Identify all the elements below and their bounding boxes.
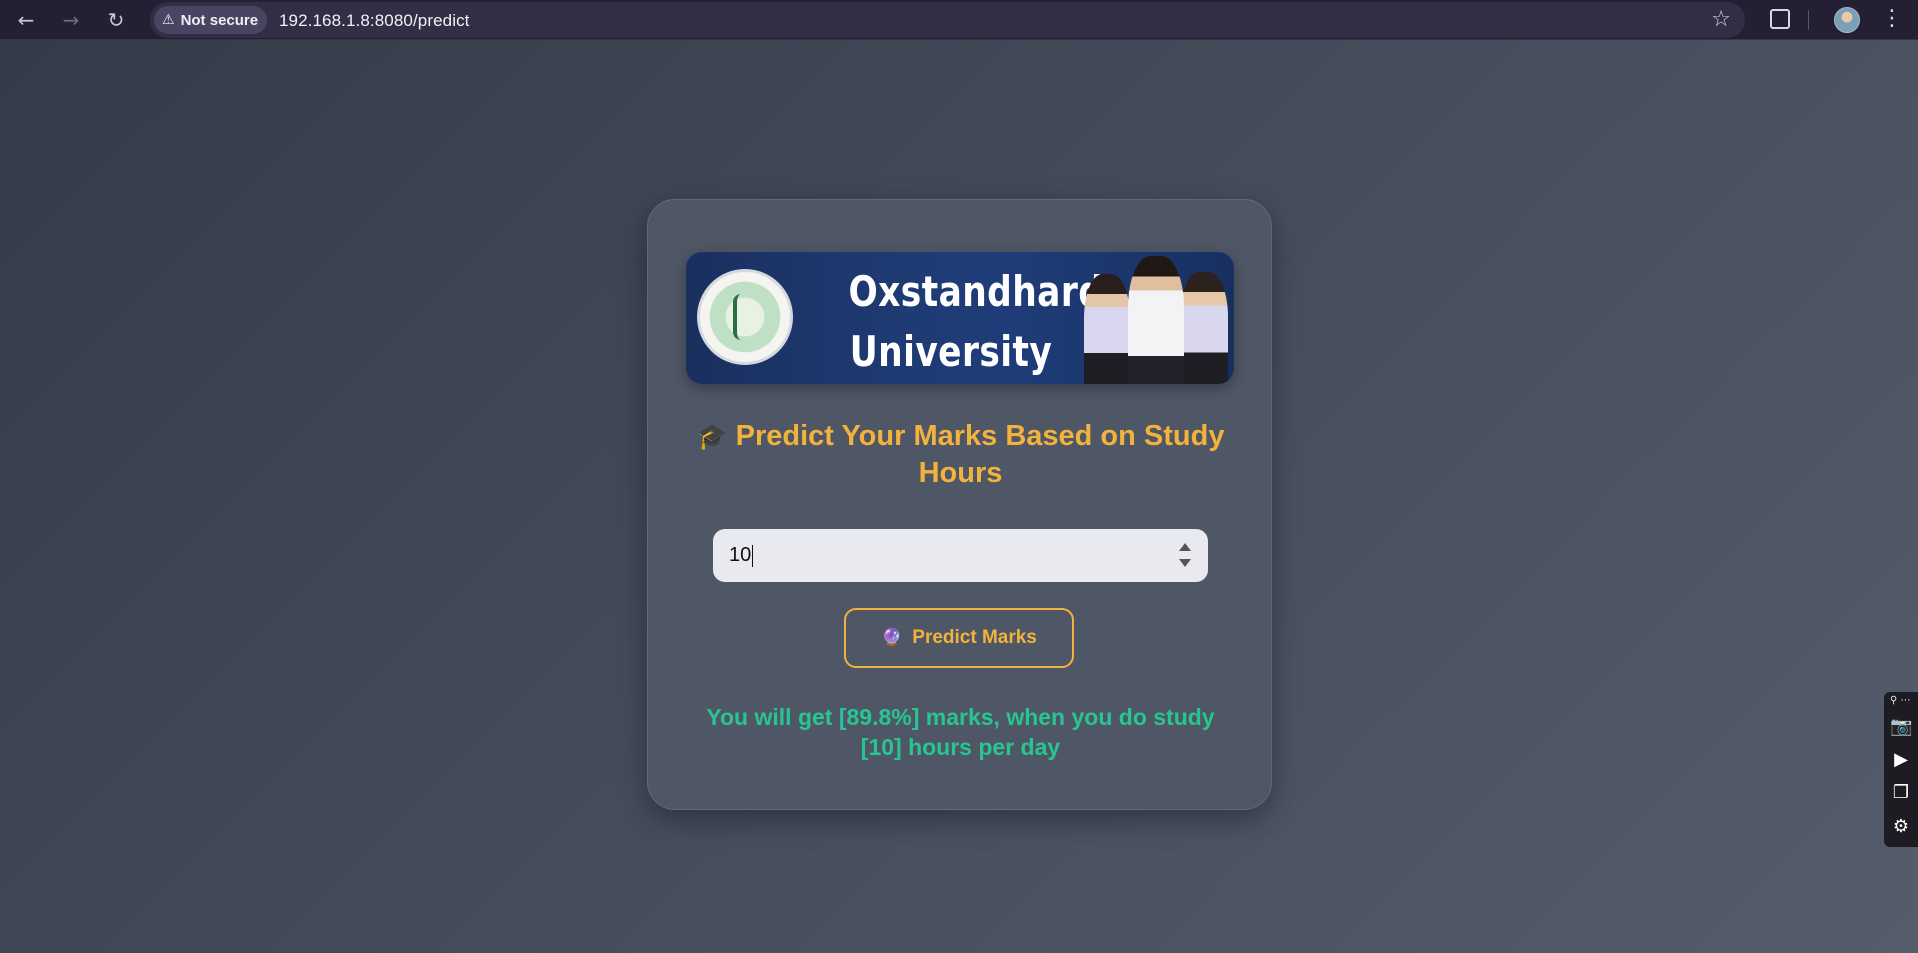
gear-icon[interactable]: ⚙ [1890, 816, 1912, 838]
forward-button[interactable]: → [57, 6, 85, 34]
back-button[interactable]: ← [12, 6, 40, 34]
predict-card: Oxstandhard University 🎓 Predict Your Mar… [647, 199, 1272, 810]
students-image [1078, 252, 1234, 384]
spin-up-icon[interactable] [1179, 543, 1191, 551]
text-caret [752, 544, 754, 567]
banner-title-line2: University [849, 327, 1053, 376]
video-icon[interactable]: ▶ [1890, 749, 1912, 771]
windows-icon[interactable]: ❐ [1890, 782, 1912, 804]
address-bar[interactable]: ⚠ Not secure 192.168.1.8:8080/predict ☆ [150, 2, 1745, 38]
predict-marks-label: Predict Marks [912, 627, 1037, 648]
puzzle-icon[interactable] [1770, 9, 1790, 29]
avatar[interactable] [1834, 7, 1860, 33]
more-vertical-icon[interactable]: ⋮ [1880, 6, 1904, 34]
banner-title: Oxstandhard University [848, 262, 1104, 382]
arrow-left-icon: ← [17, 8, 35, 32]
banner-title-line1: Oxstandhard [848, 267, 1104, 316]
star-icon[interactable]: ☆ [1711, 7, 1731, 32]
reload-button[interactable]: ↻ [102, 6, 130, 34]
arrow-right-icon: → [62, 8, 80, 32]
url-text[interactable]: 192.168.1.8:8080/predict [279, 11, 470, 31]
university-banner: Oxstandhard University [686, 252, 1234, 384]
page-title: 🎓 Predict Your Marks Based on Study Hours [688, 418, 1233, 492]
crystal-ball-icon: 🔮 [881, 628, 903, 648]
link-icon[interactable]: ⚲ ⋯ [1890, 695, 1911, 706]
prediction-result: You will get [89.8%] marks, when you do … [706, 704, 1215, 760]
capture-toolbar: ⚲ ⋯ 📷 ▶ ❐ ⚙ [1884, 692, 1918, 847]
study-hours-value: 10 [729, 544, 752, 566]
warning-icon: ⚠ [162, 12, 175, 28]
page-title-text: Predict Your Marks Based on Study Hours [735, 420, 1225, 489]
security-label: Not secure [180, 11, 259, 29]
predict-marks-button[interactable]: 🔮 Predict Marks [844, 608, 1074, 668]
university-seal-logo [697, 269, 793, 365]
browser-toolbar: ← → ↻ ⚠ Not secure 192.168.1.8:8080/pred… [0, 0, 1918, 40]
spin-down-icon[interactable] [1179, 559, 1191, 567]
toolbar-divider [1808, 10, 1809, 30]
security-chip[interactable]: ⚠ Not secure [154, 6, 268, 34]
reload-icon: ↻ [107, 8, 125, 32]
camera-icon[interactable]: 📷 [1890, 716, 1912, 738]
number-spinner[interactable] [1176, 543, 1194, 567]
graduation-cap-icon: 🎓 [696, 422, 728, 451]
study-hours-input[interactable]: 10 [713, 529, 1208, 582]
